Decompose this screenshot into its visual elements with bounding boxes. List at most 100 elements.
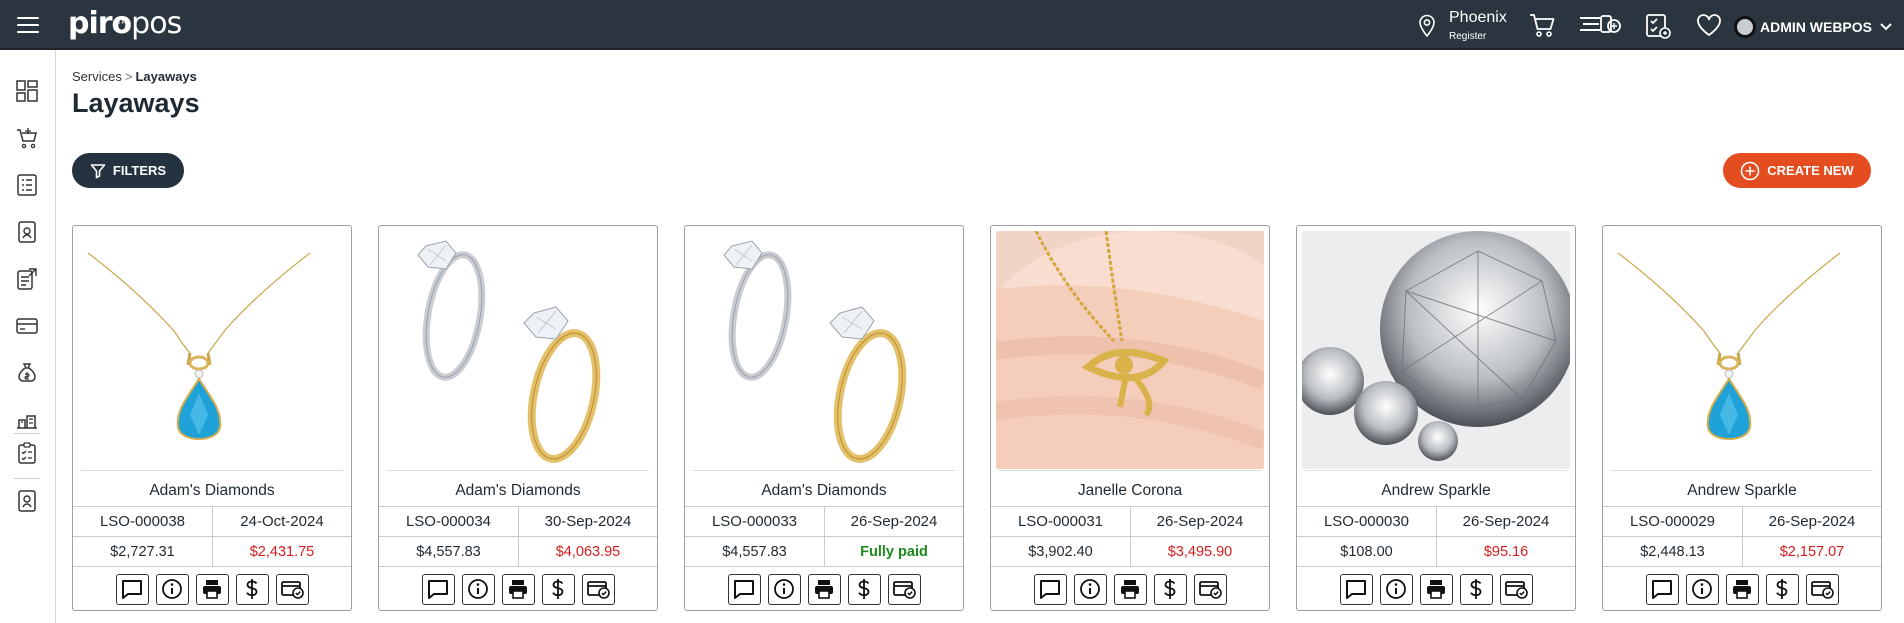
print-button[interactable]	[1419, 573, 1453, 605]
product-image	[78, 231, 346, 469]
order-date: 26-Sep-2024	[824, 507, 963, 536]
layaway-card[interactable]: Janelle Corona LSO-000031 26-Sep-2024 $3…	[990, 225, 1270, 611]
info-icon	[773, 578, 795, 600]
pay-balance-button[interactable]	[1499, 573, 1533, 605]
sales-cart-icon[interactable]	[14, 125, 40, 151]
product-image	[1302, 231, 1570, 469]
pay-balance-button[interactable]	[887, 573, 921, 605]
payment-button[interactable]	[235, 573, 269, 605]
order-number: LSO-000038	[99, 513, 186, 530]
card-actions	[1297, 566, 1575, 611]
comment-button[interactable]	[1645, 573, 1679, 605]
dollar-icon	[1162, 578, 1178, 600]
cart-icon[interactable]	[1528, 12, 1556, 38]
product-image	[690, 231, 958, 469]
info-button[interactable]	[1379, 573, 1413, 605]
customer-name: Adam's Diamonds	[761, 482, 887, 499]
print-button[interactable]	[1113, 573, 1147, 605]
print-icon	[507, 578, 529, 600]
comment-button[interactable]	[1033, 573, 1067, 605]
pay-balance-button[interactable]	[1805, 573, 1839, 605]
layaway-card[interactable]: Andrew Sparkle LSO-000029 26-Sep-2024 $2…	[1602, 225, 1882, 611]
payment-button[interactable]	[1765, 573, 1799, 605]
comment-button[interactable]	[115, 573, 149, 605]
product-image	[1608, 231, 1876, 469]
order-number: LSO-000031	[1017, 513, 1104, 530]
order-date: 26-Sep-2024	[1130, 507, 1269, 536]
customer-name: Adam's Diamonds	[149, 482, 275, 499]
order-number: LSO-000033	[711, 513, 798, 530]
comment-button[interactable]	[727, 573, 761, 605]
payment-button[interactable]	[847, 573, 881, 605]
favorites-heart-icon[interactable]	[1695, 12, 1723, 38]
pay-balance-button[interactable]	[1193, 573, 1227, 605]
comment-button[interactable]	[421, 573, 455, 605]
payment-button[interactable]	[1153, 573, 1187, 605]
balance-due: $3,495.90	[1130, 537, 1269, 566]
info-button[interactable]	[1073, 573, 1107, 605]
inventory-icon[interactable]	[14, 407, 40, 433]
location-selector[interactable]: Phoenix Register	[1417, 9, 1527, 43]
layaway-card[interactable]: Andrew Sparkle LSO-000030 26-Sep-2024 $1…	[1296, 225, 1576, 611]
order-total: $2,727.31	[110, 543, 175, 560]
info-button[interactable]	[1685, 573, 1719, 605]
order-total: $4,557.83	[416, 543, 481, 560]
print-button[interactable]	[1725, 573, 1759, 605]
breadcrumb-parent-link[interactable]: Services	[72, 69, 122, 84]
services-icon[interactable]	[14, 219, 40, 245]
hamburger-menu-icon[interactable]	[17, 17, 39, 33]
customer-profile-icon[interactable]	[14, 488, 40, 514]
print-icon	[813, 578, 835, 600]
user-name: ADMIN WEBPOS	[1760, 19, 1872, 35]
pay-balance-button[interactable]	[581, 573, 615, 605]
card-actions	[1603, 566, 1881, 611]
chevron-down-icon	[1880, 23, 1892, 31]
order-total: $108.00	[1340, 543, 1393, 560]
customer-name: Adam's Diamonds	[455, 482, 581, 499]
pay-balance-button[interactable]	[275, 573, 309, 605]
print-button[interactable]	[195, 573, 229, 605]
payment-button[interactable]	[541, 573, 575, 605]
layaway-card[interactable]: Adam's Diamonds LSO-000033 26-Sep-2024 $…	[684, 225, 964, 611]
info-button[interactable]	[155, 573, 189, 605]
print-button[interactable]	[501, 573, 535, 605]
print-button[interactable]	[807, 573, 841, 605]
breadcrumb: Services > Layaways	[72, 69, 197, 84]
dashboard-icon[interactable]	[14, 78, 40, 104]
page-title: Layaways	[72, 88, 200, 118]
filters-button[interactable]: FILTERS	[72, 153, 184, 188]
user-menu[interactable]: ADMIN WEBPOS	[1734, 15, 1892, 39]
info-button[interactable]	[767, 573, 801, 605]
payment-check-icon	[892, 579, 916, 599]
orders-list-icon[interactable]	[14, 172, 40, 198]
tasks-icon[interactable]	[1644, 12, 1672, 40]
card-actions	[991, 566, 1269, 611]
balance-due: Fully paid	[824, 537, 963, 566]
order-number: LSO-000029	[1629, 513, 1716, 530]
print-icon	[201, 578, 223, 600]
dollar-icon	[1774, 578, 1790, 600]
reports-export-icon[interactable]	[14, 266, 40, 292]
comment-icon	[1651, 579, 1673, 599]
quick-sale-icon[interactable]	[1578, 12, 1622, 38]
info-icon	[1079, 578, 1101, 600]
money-bag-icon[interactable]	[14, 360, 40, 386]
create-new-button[interactable]: CREATE NEW	[1723, 153, 1871, 188]
app-logo[interactable]: piro TM pos	[68, 6, 182, 42]
comment-icon	[121, 579, 143, 599]
print-icon	[1119, 578, 1141, 600]
checklist-icon[interactable]	[14, 440, 40, 466]
layaway-card[interactable]: Adam's Diamonds LSO-000038 24-Oct-2024 $…	[72, 225, 352, 611]
layaway-card[interactable]: Adam's Diamonds LSO-000034 30-Sep-2024 $…	[378, 225, 658, 611]
comment-button[interactable]	[1339, 573, 1373, 605]
avatar	[1734, 16, 1756, 38]
payment-button[interactable]	[1459, 573, 1493, 605]
info-button[interactable]	[461, 573, 495, 605]
payment-check-icon	[1198, 579, 1222, 599]
location-pin-icon	[1419, 14, 1435, 38]
payments-card-icon[interactable]	[14, 313, 40, 339]
info-icon	[1385, 578, 1407, 600]
balance-due: $95.16	[1436, 537, 1575, 566]
card-actions	[379, 566, 657, 611]
comment-icon	[733, 579, 755, 599]
